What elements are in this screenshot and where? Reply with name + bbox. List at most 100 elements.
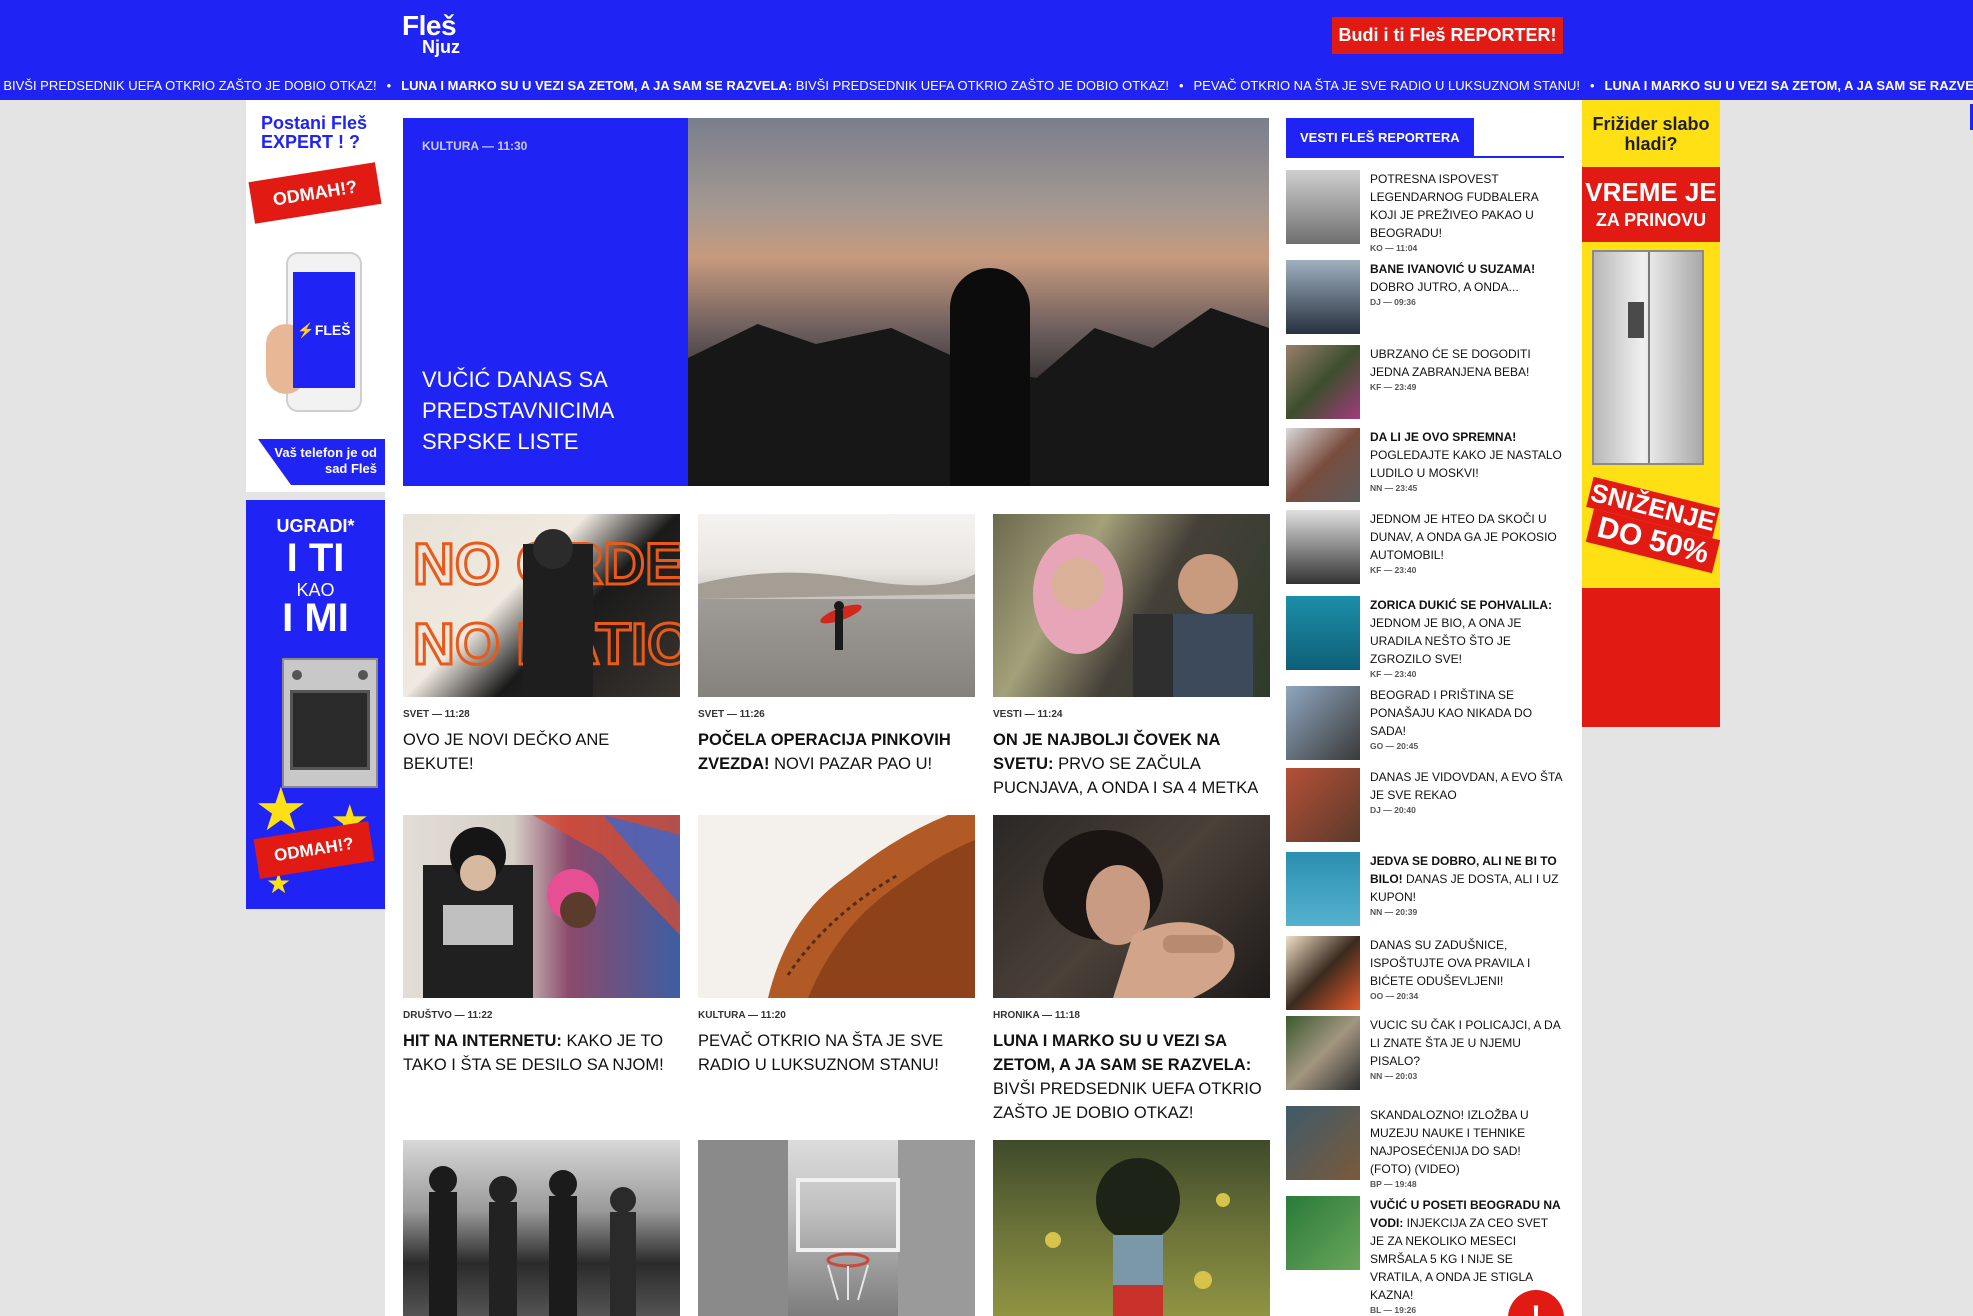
ticker-item-text: BIVŠI PREDSEDNIK UEFA OTKRIO ZAŠTO JE DO… xyxy=(792,78,1169,93)
article-card[interactable]: SVET — 11:26 POČELA OPERACIJA PINKOVIH Z… xyxy=(698,514,975,776)
article-category: DRUŠTVO — 11:22 xyxy=(403,1010,493,1021)
oven-image xyxy=(282,658,378,788)
tab-fles-reporter-news[interactable]: VESTI FLEŠ REPORTERA xyxy=(1286,118,1474,156)
article-title[interactable]: PEVAČ OTKRIO NA ŠTA JE SVE RADIO U LUKSU… xyxy=(698,1029,975,1077)
sidebar-news-title: UBRZANO ĆE SE DOGODITI JEDNA ZABRANJENA … xyxy=(1370,347,1531,379)
sidebar-news-thumbnail[interactable] xyxy=(1286,345,1360,419)
sidebar-news-meta: DJ — 20:40 xyxy=(1370,805,1416,815)
sidebar-news-text[interactable]: VUCIC SU ČAK I POLICAJCI, A DA LI ZNATE … xyxy=(1370,1016,1564,1082)
hero-title[interactable]: VUČIĆ DANAS SA PREDSTAVNICIMA SRPSKE LIS… xyxy=(422,364,652,457)
article-card[interactable] xyxy=(403,1140,680,1316)
fridge-door-gap xyxy=(1648,252,1650,463)
sidebar-news-text[interactable]: SKANDALOZNO! IZLOŽBA U MUZEJU NAUKE I TE… xyxy=(1370,1106,1564,1190)
sidebar-news-thumbnail[interactable] xyxy=(1286,936,1360,1010)
sidebar-news-meta: DJ — 09:36 xyxy=(1370,297,1416,307)
article-title[interactable]: LUNA I MARKO SU U VEZI SA ZETOM, A JA SA… xyxy=(993,1029,1270,1125)
sidebar-news-thumbnail[interactable] xyxy=(1286,1196,1360,1270)
become-reporter-button[interactable]: Budi i ti Fleš REPORTER! xyxy=(1332,17,1563,54)
sidebar-news-thumbnail[interactable] xyxy=(1286,260,1360,334)
article-category: SVET — 11:26 xyxy=(698,709,765,720)
logo-line2: Njuz xyxy=(422,37,460,57)
ticker-item[interactable]: PEVAČ OTKRIO NA ŠTA JE SVE RADIO U LUKSU… xyxy=(1194,78,1580,93)
ad-expert-button[interactable]: ODMAH!? xyxy=(248,162,382,224)
hero-image[interactable] xyxy=(688,118,1269,486)
sidebar-news-title: VUCIC SU ČAK I POLICAJCI, A DA LI ZNATE … xyxy=(1370,1018,1561,1068)
sidebar-news-bold: ZORICA DUKIĆ SE POHVALILA: xyxy=(1370,598,1552,612)
sidebar-news-thumbnail[interactable] xyxy=(1286,596,1360,670)
article-thumbnail[interactable] xyxy=(993,815,1270,998)
ad-fridge-line1: VREME JE xyxy=(1585,177,1717,207)
ad-fles-expert[interactable]: Postani Fleš EXPERT ! ? ODMAH!? ⚡FLEŠ Va… xyxy=(246,100,385,492)
article-title[interactable]: HIT NA INTERNETU: KAKO JE TO TAKO I ŠTA … xyxy=(403,1029,680,1077)
sidebar-news-text[interactable]: ZORICA DUKIĆ SE POHVALILA: JEDNOM JE BIO… xyxy=(1370,596,1564,680)
oven-window xyxy=(290,690,370,770)
ticker-item[interactable]: LUNA I MARKO SU U VEZI SA ZETOM, A JA SA… xyxy=(1605,78,1973,93)
site-logo[interactable]: Fleš Njuz xyxy=(402,12,460,57)
sidebar-news-thumbnail[interactable] xyxy=(1286,1016,1360,1090)
shoe-image xyxy=(768,815,975,998)
sidebar-news-thumbnail[interactable] xyxy=(1286,768,1360,842)
sidebar-news-text[interactable]: DA LI JE OVO SPREMNA! POGLEDAJTE KAKO JE… xyxy=(1370,428,1564,494)
sidebar-news-text[interactable]: BEOGRAD I PRIŠTINA SE PONAŠAJU KAO NIKAD… xyxy=(1370,686,1564,752)
article-title-bold: HIT NA INTERNETU: xyxy=(403,1032,562,1050)
sidebar-news-title: BEOGRAD I PRIŠTINA SE PONAŠAJU KAO NIKAD… xyxy=(1370,688,1533,738)
sidebar-news-thumbnail[interactable] xyxy=(1286,428,1360,502)
ad-fridge-question: Frižider slabo hladi? xyxy=(1592,114,1710,154)
sidebar-news-meta: NN — 20:39 xyxy=(1370,907,1418,917)
article-title[interactable]: ON JE NAJBOLJI ČOVEK NA SVETU: PRVO SE Z… xyxy=(993,728,1270,800)
sidebar-news-text[interactable]: DANAS SU ZADUŠNICE, ISPOŠTUJTE OVA PRAVI… xyxy=(1370,936,1564,1002)
ad-ugradi[interactable]: UGRADI* I TI KAO I MI ★ ★ ★ ODMAH!? xyxy=(246,500,385,909)
pride-image xyxy=(423,815,680,998)
article-thumbnail[interactable] xyxy=(698,1140,975,1316)
sidebar-news-text[interactable]: POTRESNA ISPOVEST LEGENDARNOG FUDBALERA … xyxy=(1370,170,1564,254)
sidebar-news-thumbnail[interactable] xyxy=(1286,510,1360,584)
sidebar-news-title: POGLEDAJTE KAKO JE NASTALO LUDILO U MOSK… xyxy=(1370,448,1562,480)
article-card[interactable]: VESTI — 11:24 ON JE NAJBOLJI ČOVEK NA SV… xyxy=(993,514,1270,800)
sidebar-news-meta: NN — 23:45 xyxy=(1370,483,1418,493)
article-card[interactable]: NO ORDERNO NATION SVET — 11:28 OVO JE NO… xyxy=(403,514,680,776)
article-category: VESTI — 11:24 xyxy=(993,709,1063,720)
article-card[interactable] xyxy=(698,1140,975,1316)
hero-article[interactable]: KULTURA — 11:30 VUČIĆ DANAS SA PREDSTAVN… xyxy=(403,118,1269,486)
sidebar-news-thumbnail[interactable] xyxy=(1286,852,1360,926)
ticker-item[interactable]: LUNA I MARKO SU U VEZI SA ZETOM, A JA SA… xyxy=(401,78,1169,93)
article-thumbnail[interactable] xyxy=(698,815,975,998)
fridge-image xyxy=(1592,250,1704,465)
article-thumbnail[interactable] xyxy=(993,514,1270,697)
article-card[interactable]: DRUŠTVO — 11:22 HIT NA INTERNETU: KAKO J… xyxy=(403,815,680,1077)
article-card[interactable] xyxy=(993,1140,1270,1316)
site-header: Fleš Njuz Budi i ti Fleš REPORTER! A: BI… xyxy=(0,0,1973,100)
ad-expert-title: Postani Fleš EXPERT ! ? xyxy=(261,113,368,152)
mirror-image xyxy=(1045,1158,1230,1316)
article-title-bold: LUNA I MARKO SU U VEZI SA ZETOM, A JA SA… xyxy=(993,1032,1252,1074)
surfer-image xyxy=(698,572,975,697)
sidebar-news-title: DOBRO JUTRO, A ONDA... xyxy=(1370,280,1519,294)
sidebar-news-thumbnail[interactable] xyxy=(1286,1106,1360,1180)
article-title[interactable]: POČELA OPERACIJA PINKOVIH ZVEZDA! NOVI P… xyxy=(698,728,975,776)
ticker-item[interactable]: A: BIVŠI PREDSEDNIK UEFA OTKRIO ZAŠTO JE… xyxy=(0,78,376,93)
sidebar-news-title: DANAS JE VIDOVDAN, A EVO ŠTA JE SVE REKA… xyxy=(1370,770,1562,802)
sidebar-news-text[interactable]: JEDNOM JE HTEO DA SKOČI U DUNAV, A ONDA … xyxy=(1370,510,1564,576)
sidebar-news-thumbnail[interactable] xyxy=(1286,170,1360,244)
sidebar-news-text[interactable]: UBRZANO ĆE SE DOGODITI JEDNA ZABRANJENA … xyxy=(1370,345,1564,393)
sidebar-news-meta: KF — 23:40 xyxy=(1370,669,1417,679)
article-thumbnail[interactable]: NO ORDERNO NATION xyxy=(403,514,680,697)
sidebar-news-text[interactable]: JEDVA SE DOBRO, ALI NE BI TO BILO! DANAS… xyxy=(1370,852,1564,918)
article-card[interactable]: HRONIKA — 11:18 LUNA I MARKO SU U VEZI S… xyxy=(993,815,1270,1125)
sidebar-news-text[interactable]: DANAS JE VIDOVDAN, A EVO ŠTA JE SVE REKA… xyxy=(1370,768,1564,816)
article-thumbnail[interactable] xyxy=(993,1140,1270,1316)
fridge-dispenser xyxy=(1628,302,1644,338)
article-card[interactable]: KULTURA — 11:20 PEVAČ OTKRIO NA ŠTA JE S… xyxy=(698,815,975,1077)
graffiti-image: NO ORDERNO NATION xyxy=(412,529,680,697)
article-thumbnail[interactable] xyxy=(403,1140,680,1316)
article-title[interactable]: OVO JE NOVI DEČKO ANE BEKUTE! xyxy=(403,728,680,776)
sidebar-news-title: DANAS SU ZADUŠNICE, ISPOŠTUJTE OVA PRAVI… xyxy=(1370,938,1531,988)
article-thumbnail[interactable] xyxy=(698,514,975,697)
article-category: HRONIKA — 11:18 xyxy=(993,1010,1080,1021)
ad-fridge[interactable]: Frižider slabo hladi? VREME JE ZA PRINOV… xyxy=(1582,100,1720,727)
sidebar-news-text[interactable]: BANE IVANOVIĆ U SUZAMA! DOBRO JUTRO, A O… xyxy=(1370,260,1564,308)
article-thumbnail[interactable] xyxy=(403,815,680,998)
sidebar-news-thumbnail[interactable] xyxy=(1286,686,1360,760)
sidebar-news-title: JEDNOM JE BIO, A ONA JE URADILA NEŠTO ŠT… xyxy=(1370,616,1522,666)
ad-ugradi-line4: I MI xyxy=(282,596,349,640)
